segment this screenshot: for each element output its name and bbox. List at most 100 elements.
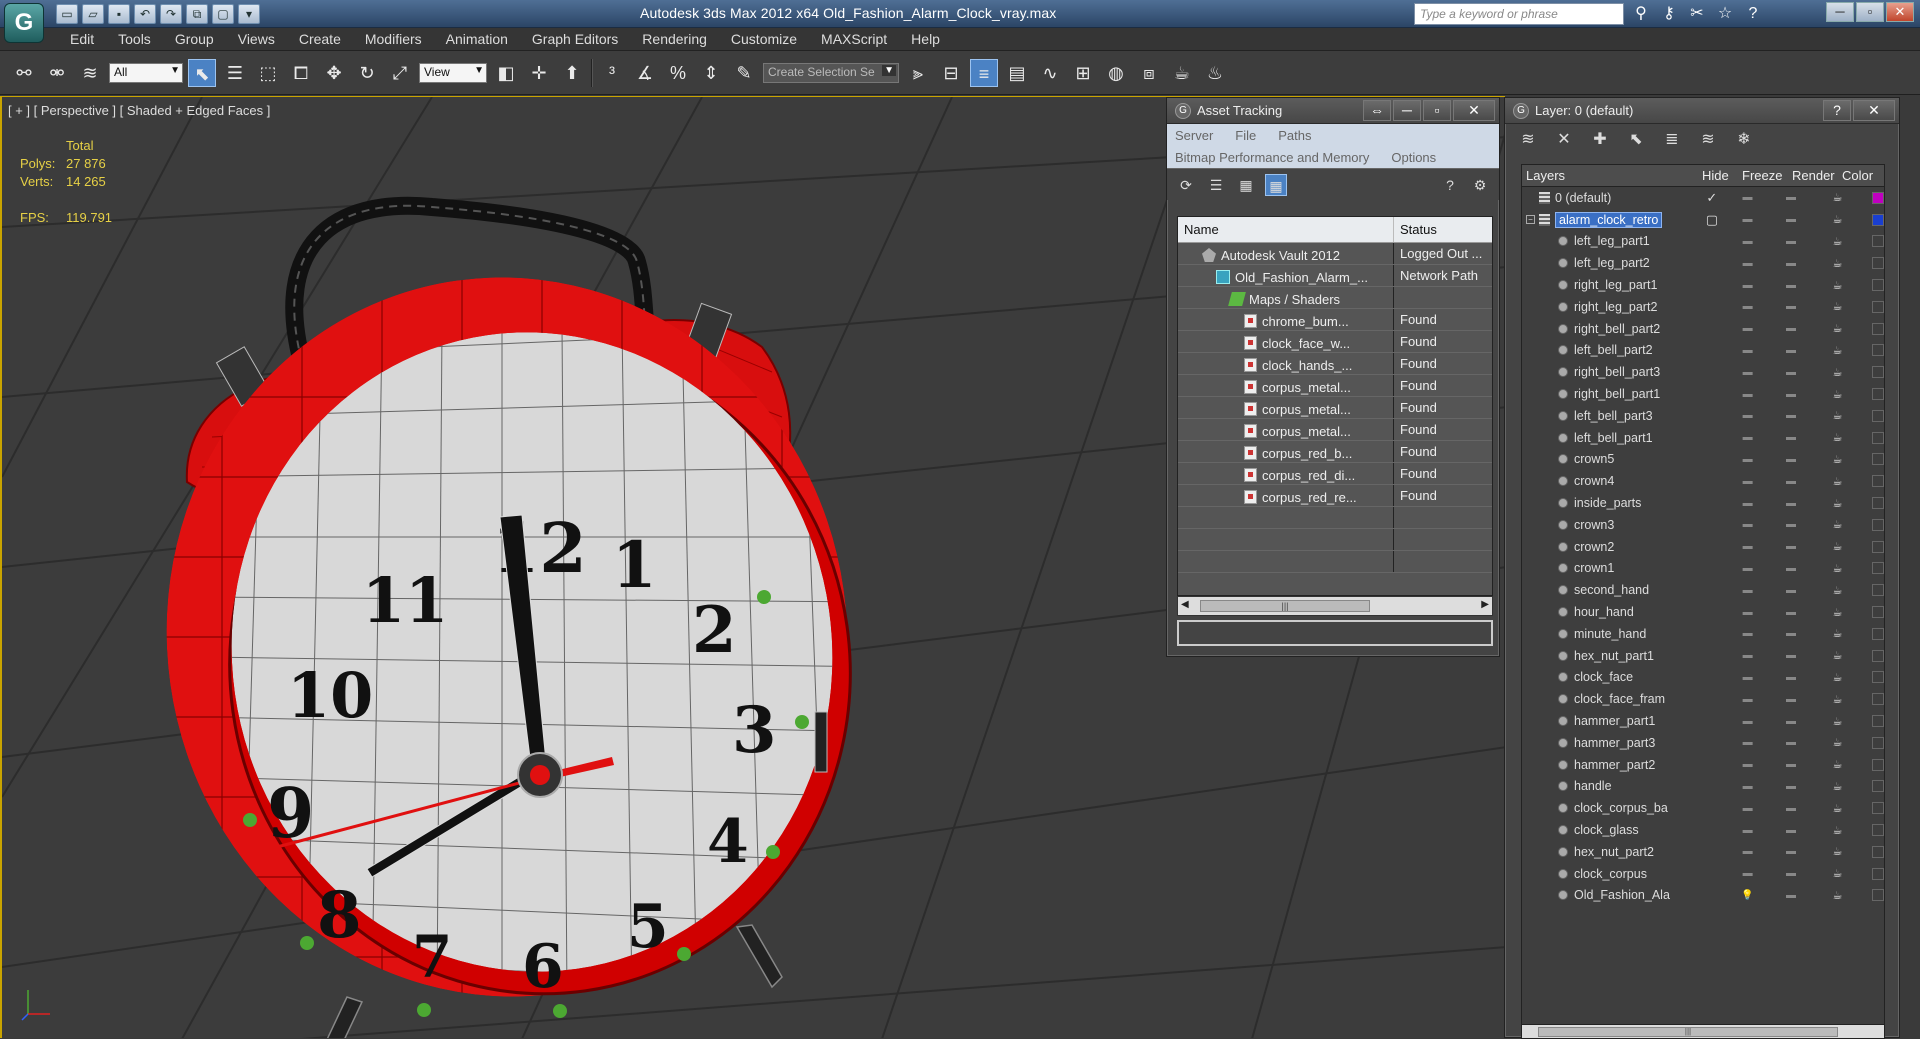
render-teapot-icon[interactable]: ☕ [1813, 497, 1862, 510]
column-hide[interactable]: Hide [1698, 165, 1738, 186]
asset-row[interactable]: corpus_metal... Found [1178, 397, 1492, 419]
object-row[interactable]: inside_parts ▬ ▬ ☕ [1522, 492, 1884, 514]
hide-toggle[interactable]: ▬ [1726, 628, 1769, 639]
snaps-toggle-icon[interactable]: ³ [598, 59, 626, 87]
object-row[interactable]: crown2 ▬ ▬ ☕ [1522, 536, 1884, 558]
hide-toggle[interactable]: ▬ [1726, 323, 1769, 334]
render-teapot-icon[interactable]: ☕ [1813, 715, 1862, 728]
hide-toggle[interactable]: ▬ [1726, 541, 1769, 552]
freeze-toggle[interactable]: ▬ [1769, 323, 1812, 334]
layer-color-swatch[interactable] [1872, 736, 1884, 749]
freeze-toggle[interactable]: ▬ [1769, 781, 1812, 792]
freeze-toggle[interactable]: ▬ [1769, 258, 1812, 269]
selection-filter-dropdown[interactable]: All ▼ [109, 62, 183, 83]
move-icon[interactable]: ✥ [320, 59, 348, 87]
percent-snap-icon[interactable]: % [664, 59, 692, 87]
hide-toggle[interactable]: ▬ [1726, 519, 1769, 530]
asset-row[interactable]: corpus_metal... Found [1178, 419, 1492, 441]
edit-named-selection-icon[interactable]: ✎ [730, 59, 758, 87]
object-row[interactable]: left_bell_part2 ▬ ▬ ☕ [1522, 340, 1884, 362]
refresh-icon[interactable]: ⟳ [1175, 174, 1197, 196]
select-object-icon[interactable]: ⬉ [188, 58, 216, 87]
layer-color-swatch[interactable] [1872, 867, 1884, 880]
render-teapot-icon[interactable]: ☕ [1813, 431, 1862, 444]
layer-row[interactable]: − alarm_clock_retro ▢ ▬ ▬ ☕ [1522, 209, 1884, 231]
render-setup-icon[interactable]: ⧈ [1135, 59, 1163, 87]
menu-views[interactable]: Views [226, 28, 287, 50]
hide-toggle[interactable]: ▬ [1726, 563, 1769, 574]
object-row[interactable]: right_bell_part3 ▬ ▬ ☕ [1522, 361, 1884, 383]
freeze-toggle[interactable]: ▬ [1769, 476, 1812, 487]
table-view-icon[interactable]: ▦ [1265, 173, 1287, 196]
hide-toggle[interactable]: ▬ [1726, 345, 1769, 356]
menu-tools[interactable]: Tools [106, 28, 163, 50]
object-row[interactable]: left_leg_part2 ▬ ▬ ☕ [1522, 252, 1884, 274]
freeze-toggle[interactable]: ▬ [1769, 737, 1812, 748]
hide-toggle[interactable]: ▬ [1726, 476, 1769, 487]
freeze-toggle[interactable]: ▬ [1769, 759, 1812, 770]
hide-toggle[interactable]: ▬ [1726, 672, 1769, 683]
hide-toggle[interactable]: ▬ [1726, 389, 1769, 400]
layer-color-swatch[interactable] [1872, 540, 1884, 553]
render-teapot-icon[interactable]: ☕ [1813, 213, 1862, 226]
render-teapot-icon[interactable]: ☕ [1813, 366, 1862, 379]
layer-horizontal-scrollbar[interactable]: ||| [1522, 1024, 1884, 1038]
freeze-toggle[interactable]: ▬ [1769, 541, 1812, 552]
layer-color-swatch[interactable] [1872, 649, 1884, 662]
menu-create[interactable]: Create [287, 28, 353, 50]
hold-icon[interactable]: ⧉ [186, 4, 208, 24]
hide-toggle[interactable]: ▬ [1726, 868, 1769, 879]
close-button[interactable]: ✕ [1886, 2, 1914, 22]
rotate-icon[interactable]: ↻ [353, 59, 381, 87]
asset-row[interactable]: corpus_red_b... Found [1178, 441, 1492, 463]
panel-maximize-button[interactable]: ▫ [1423, 100, 1451, 121]
asset-row[interactable]: clock_hands_... Found [1178, 353, 1492, 375]
render-teapot-icon[interactable]: ☕ [1813, 649, 1862, 662]
layer-color-swatch[interactable] [1872, 388, 1884, 401]
render-teapot-icon[interactable]: ☕ [1813, 388, 1862, 401]
freeze-toggle[interactable]: ▬ [1769, 607, 1812, 618]
fetch-icon[interactable]: ▢ [212, 4, 234, 24]
object-row[interactable]: hammer_part3 ▬ ▬ ☕ [1522, 732, 1884, 754]
layer-color-swatch[interactable] [1872, 431, 1884, 444]
object-row[interactable]: crown3 ▬ ▬ ☕ [1522, 514, 1884, 536]
layer-color-swatch[interactable] [1872, 758, 1884, 771]
object-row[interactable]: clock_corpus ▬ ▬ ☕ [1522, 863, 1884, 885]
link-icon[interactable]: ⚯ [10, 59, 38, 87]
menu-edit[interactable]: Edit [58, 28, 106, 50]
select-objects-in-layer-icon[interactable]: ⬉ [1625, 129, 1647, 151]
panel-close-button[interactable]: ✕ [1453, 100, 1495, 121]
scale-icon[interactable]: ⤢ [386, 59, 414, 87]
freeze-toggle[interactable]: ▬ [1769, 367, 1812, 378]
layer-color-swatch[interactable] [1872, 235, 1884, 248]
hide-toggle[interactable]: ▬ [1726, 192, 1770, 203]
freeze-toggle[interactable]: ▬ [1769, 563, 1812, 574]
open-file-icon[interactable]: ▱ [82, 4, 104, 24]
settings-icon[interactable]: ⚙ [1469, 174, 1491, 196]
render-teapot-icon[interactable]: ☕ [1813, 540, 1862, 553]
layer-manager-icon[interactable]: ≡ [970, 58, 998, 87]
current-layer-check-icon[interactable]: ✓ [1698, 190, 1726, 206]
menu-rendering[interactable]: Rendering [630, 28, 719, 50]
object-row[interactable]: crown4 ▬ ▬ ☕ [1522, 470, 1884, 492]
menu-modifiers[interactable]: Modifiers [353, 28, 434, 50]
unlink-icon[interactable]: ⚮ [43, 59, 71, 87]
hide-toggle[interactable]: ▬ [1726, 803, 1769, 814]
render-production-icon[interactable]: ♨ [1201, 59, 1229, 87]
layer-color-swatch[interactable] [1872, 191, 1884, 204]
object-row[interactable]: handle ▬ ▬ ☕ [1522, 776, 1884, 798]
undo-icon[interactable]: ↶ [134, 4, 156, 24]
dock-toggle-button[interactable]: ⇔ [1363, 100, 1391, 121]
asset-row[interactable]: corpus_red_re... Found [1178, 485, 1492, 507]
hide-toggle[interactable]: ▬ [1726, 236, 1769, 247]
window-crossing-icon[interactable]: ⧠ [287, 59, 315, 87]
freeze-toggle[interactable]: ▬ [1769, 628, 1812, 639]
object-row[interactable]: right_leg_part1 ▬ ▬ ☕ [1522, 274, 1884, 296]
layer-color-swatch[interactable] [1872, 824, 1884, 836]
save-file-icon[interactable]: ▪ [108, 4, 130, 24]
layer-color-swatch[interactable] [1872, 279, 1884, 292]
hide-toggle[interactable]: ▬ [1726, 607, 1769, 618]
menu-animation[interactable]: Animation [434, 28, 520, 50]
hide-toggle[interactable]: ▬ [1726, 367, 1769, 378]
layer-color-swatch[interactable] [1872, 409, 1884, 422]
